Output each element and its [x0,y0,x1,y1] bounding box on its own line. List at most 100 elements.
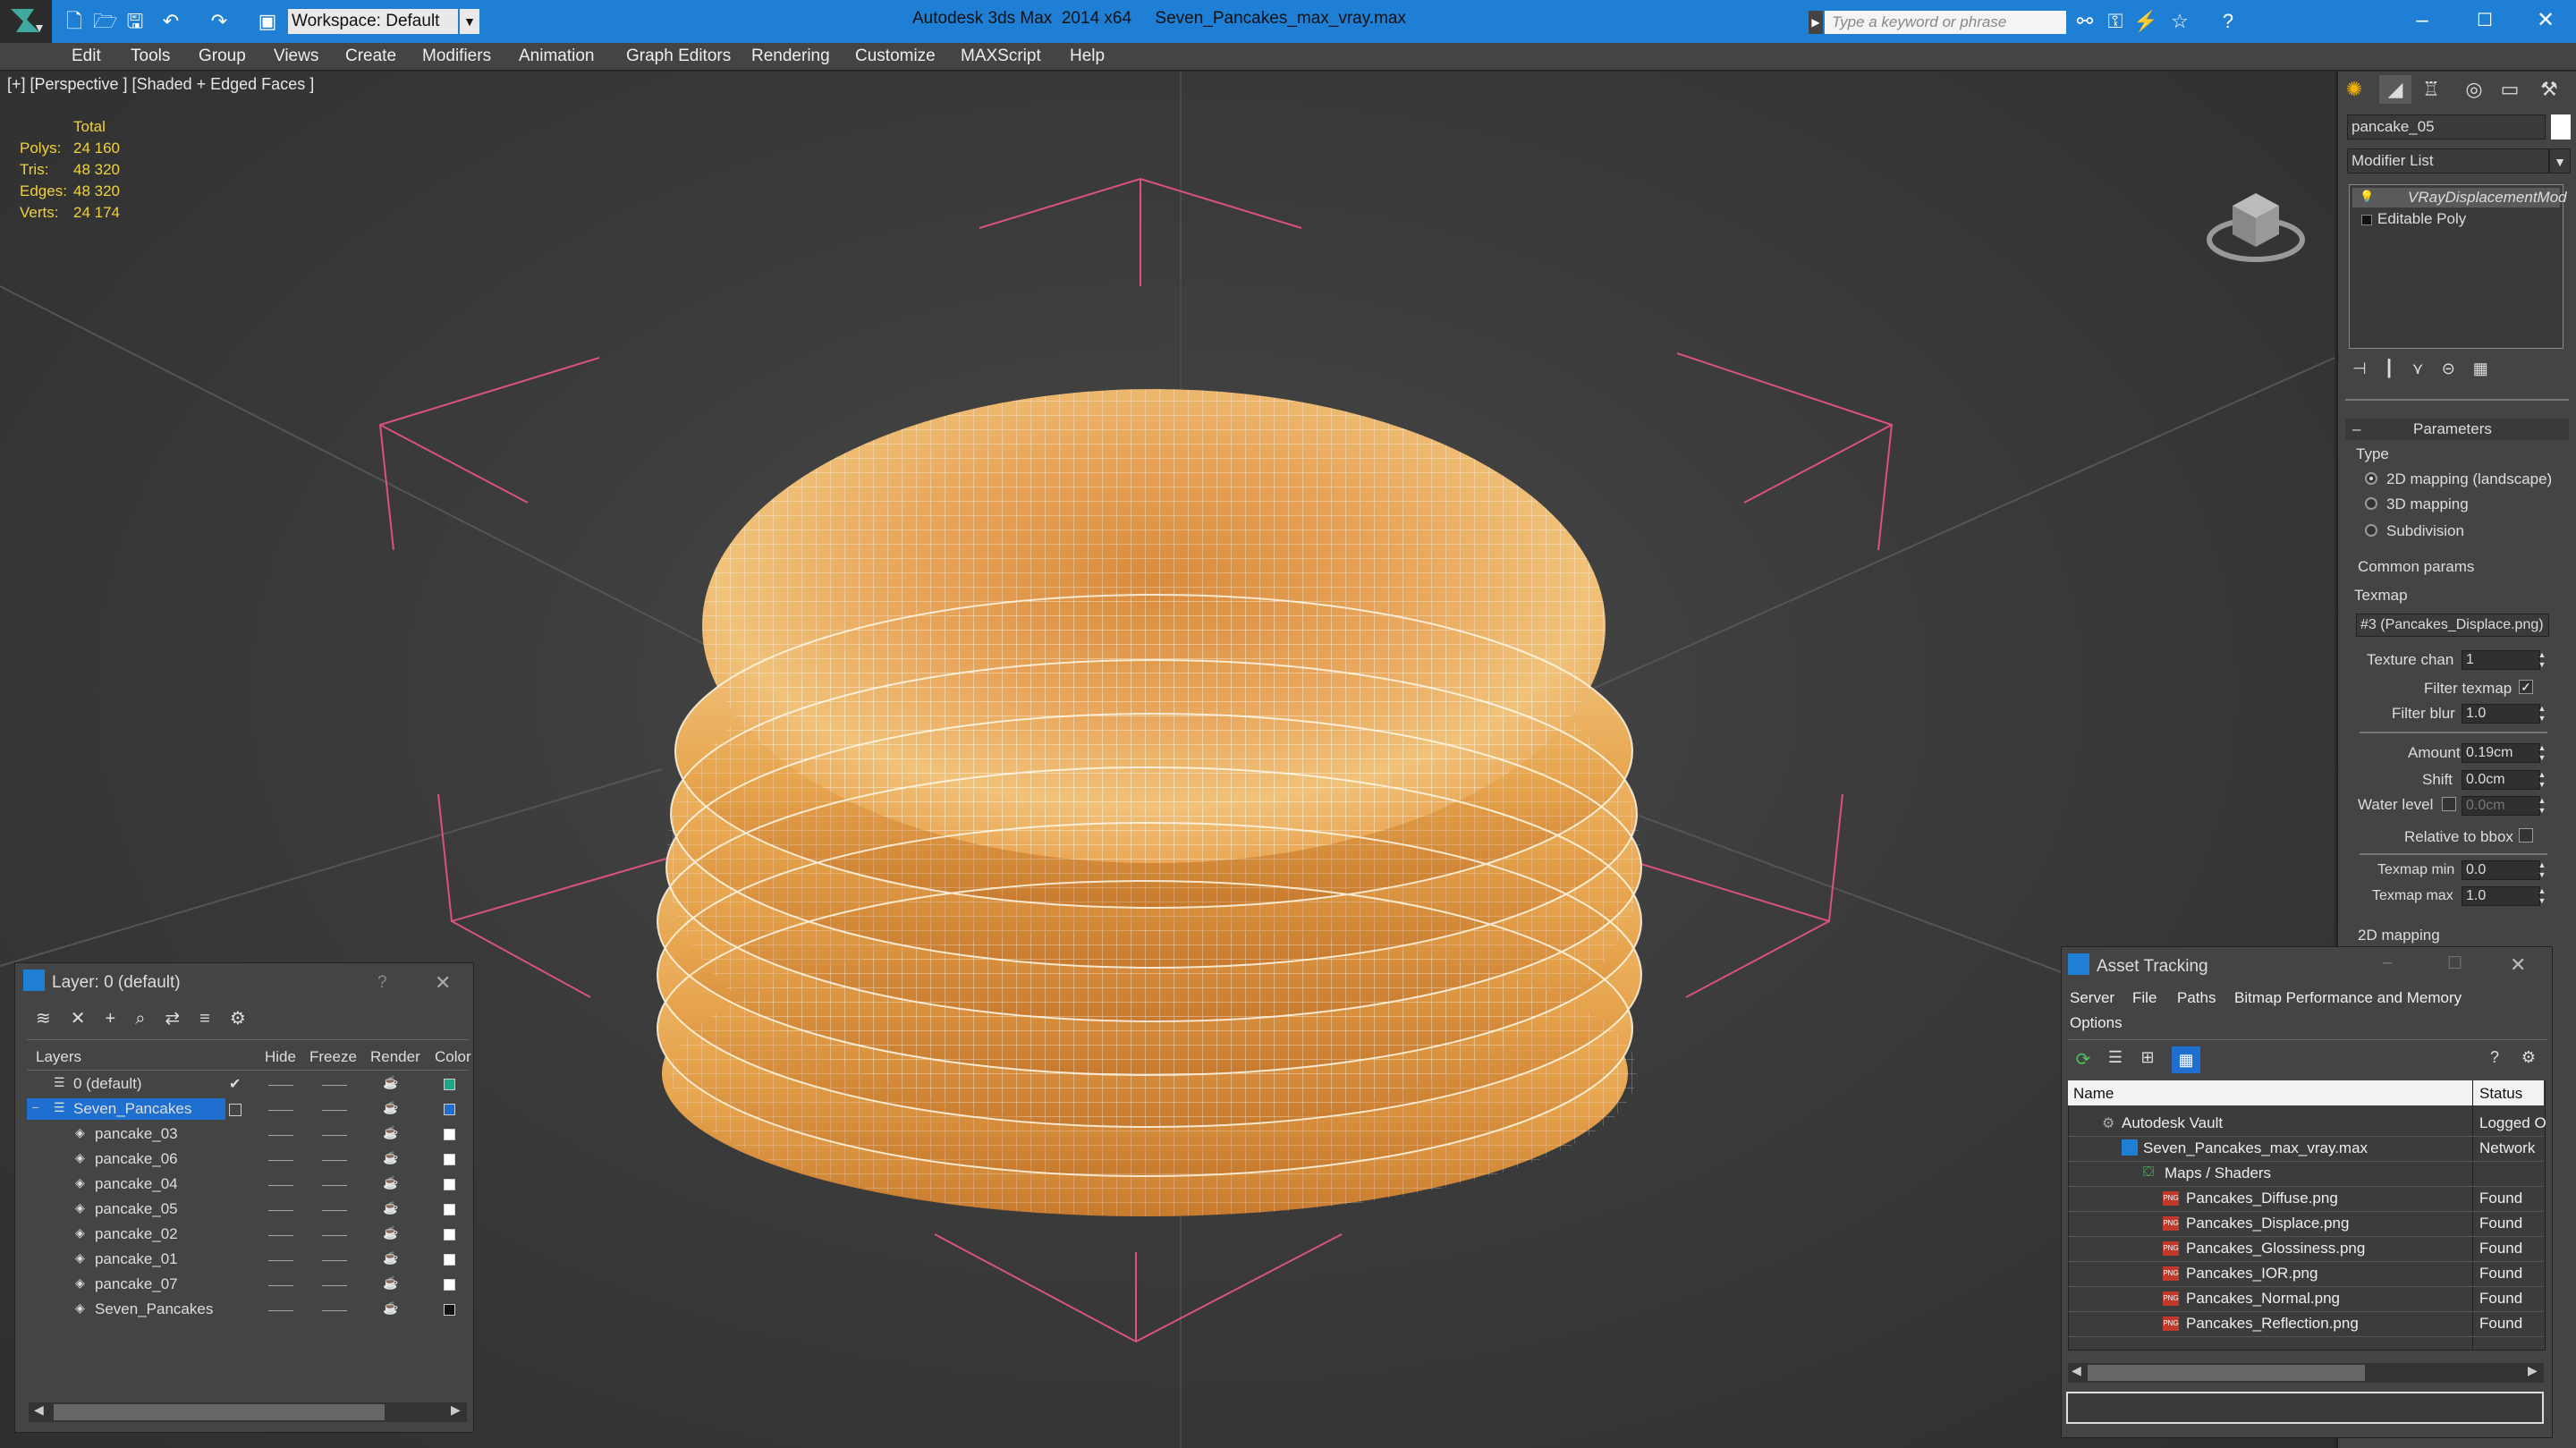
texmap-button[interactable]: #3 (Pancakes_Displace.png) [2356,614,2549,637]
hide-toggle[interactable]: —— [268,1252,293,1266]
search-input[interactable]: Type a keyword or phrase [1825,11,2066,34]
spinner-arrows-icon[interactable]: ▲ ▼ [2537,886,2547,906]
tree-view-icon[interactable]: ⊞ [2134,1048,2161,1071]
scroll-left-icon[interactable]: ◀ [34,1402,44,1418]
layer-row[interactable]: ☰ 0 (default) ✔ —— —— ☕ [27,1071,465,1097]
scrollbar-thumb[interactable] [2088,1365,2365,1381]
col-render[interactable]: Render [370,1048,420,1066]
object-row[interactable]: ◈ pancake_07 —— —— ☕ [27,1272,465,1297]
workspace-dropdown[interactable]: Workspace: Default [288,9,458,34]
save-file-icon[interactable]: 🖫 [123,11,147,32]
teapot-icon[interactable]: ☕ [383,1250,398,1266]
color-swatch[interactable] [444,1254,455,1266]
color-swatch[interactable] [444,1279,455,1291]
close-icon[interactable]: ✕ [435,971,451,995]
layer-toolbar-icons[interactable]: ≋✕+⌕⇄≡⚙ [36,1007,304,1030]
freeze-toggle[interactable]: —— [322,1077,347,1091]
expand-icon[interactable] [2361,215,2372,225]
freeze-toggle[interactable]: —— [322,1127,347,1141]
asset-menu-paths[interactable]: Paths [2177,989,2216,1007]
hide-toggle[interactable]: —— [268,1127,293,1141]
radio-subdivision[interactable] [2365,524,2377,537]
texmap-min-spinner[interactable]: 0.0 [2462,860,2540,880]
asset-row-name[interactable]: Pancakes_IOR.png [2186,1265,2318,1283]
minimize-button[interactable]: – [2383,953,2393,973]
menu-group[interactable]: Group [199,47,246,66]
table-view-icon[interactable]: ▦ [2172,1046,2200,1073]
object-row[interactable]: ◈ pancake_06 —— —— ☕ [27,1147,465,1172]
modify-tab-icon[interactable]: ◢ [2379,75,2411,104]
freeze-toggle[interactable]: —— [322,1152,347,1166]
asset-row-name[interactable]: Autodesk Vault [2122,1114,2223,1132]
asset-menu-server[interactable]: Server [2070,989,2114,1007]
water-level-spinner[interactable]: 0.0cm [2462,796,2540,816]
create-tab-icon[interactable]: ✺ [2338,75,2370,104]
motion-tab-icon[interactable]: ◎ [2458,75,2490,104]
object-row[interactable]: ◈ Seven_Pancakes —— —— ☕ [27,1297,465,1322]
col-status[interactable]: Status [2479,1085,2522,1103]
list-view-icon[interactable]: ☰ [2102,1048,2129,1071]
texture-chan-spinner[interactable]: 1 [2462,650,2540,670]
asset-row-name[interactable]: Pancakes_Glossiness.png [2186,1240,2365,1257]
freeze-toggle[interactable]: —— [322,1277,347,1291]
amount-spinner[interactable]: 0.19cm [2462,743,2540,763]
undo-icon[interactable]: ↶ [159,11,182,32]
close-button[interactable]: ✕ [2521,5,2571,36]
menu-modifiers[interactable]: Modifiers [422,47,491,66]
object-row[interactable]: ◈ pancake_05 —— —— ☕ [27,1197,465,1222]
teapot-icon[interactable]: ☕ [383,1175,398,1190]
menu-views[interactable]: Views [274,47,318,66]
menu-tools[interactable]: Tools [131,47,170,66]
new-file-icon[interactable]: 🗋 [63,11,86,32]
key-icon[interactable]: ⚿ [2102,9,2129,34]
object-name-field[interactable]: pancake_05 [2347,114,2546,140]
stack-tools-icons[interactable]: ⊣┃⋎⊝▦ [2352,360,2567,383]
filter-texmap-checkbox[interactable]: ✓ [2519,680,2533,694]
col-freeze[interactable]: Freeze [309,1048,357,1066]
hide-toggle[interactable]: —— [268,1177,293,1191]
menu-animation[interactable]: Animation [519,47,595,66]
star-icon[interactable]: ☆ [2166,9,2193,34]
teapot-icon[interactable]: ☕ [383,1075,398,1090]
search-expand-icon[interactable]: ▶ [1809,11,1823,34]
maximize-button[interactable]: ☐ [2447,953,2462,974]
spinner-arrows-icon[interactable]: ▲ ▼ [2537,704,2547,724]
radio-2d-mapping[interactable] [2365,472,2377,485]
teapot-icon[interactable]: ☕ [383,1100,398,1115]
menu-help[interactable]: Help [1070,47,1105,66]
chevron-down-icon[interactable]: ▼ [460,9,479,34]
asset-menu-bitmap[interactable]: Bitmap Performance and Memory [2234,989,2462,1007]
relative-bbox-checkbox[interactable] [2519,828,2533,843]
color-swatch[interactable] [444,1179,455,1190]
hide-toggle[interactable]: —— [268,1152,293,1166]
color-swatch[interactable] [444,1104,455,1115]
spinner-arrows-icon[interactable]: ▲ ▼ [2537,796,2547,816]
asset-row-name[interactable]: Maps / Shaders [2165,1164,2271,1182]
asset-row-name[interactable]: Pancakes_Normal.png [2186,1290,2340,1308]
teapot-icon[interactable]: ☕ [383,1275,398,1291]
freeze-toggle[interactable]: —— [322,1252,347,1266]
asset-row-name[interactable]: Pancakes_Displace.png [2186,1215,2349,1232]
spinner-arrows-icon[interactable]: ▲ ▼ [2537,650,2547,670]
freeze-toggle[interactable]: —— [322,1177,347,1191]
collapse-icon[interactable]: – [2352,420,2360,438]
layer-row-selected[interactable]: – ☰ Seven_Pancakes —— —— ☕ [27,1097,465,1122]
menu-edit[interactable]: Edit [72,47,101,66]
open-file-icon[interactable]: 🗁 [93,11,117,32]
collapse-icon[interactable]: – [32,1100,38,1114]
binoculars-icon[interactable]: ⚯ [2072,9,2098,34]
hierarchy-tab-icon[interactable]: ♖ [2415,75,2447,104]
color-swatch[interactable] [444,1154,455,1165]
spinner-arrows-icon[interactable]: ▲ ▼ [2537,860,2547,880]
settings-icon[interactable]: ⚙ [2515,1048,2542,1071]
freeze-toggle[interactable]: —— [322,1302,347,1317]
object-row[interactable]: ◈ pancake_03 —— —— ☕ [27,1122,465,1147]
hide-toggle[interactable]: —— [268,1227,293,1241]
col-name[interactable]: Name [2073,1085,2114,1103]
spinner-arrows-icon[interactable]: ▲ ▼ [2537,743,2547,763]
utilities-tab-icon[interactable]: ⚒ [2533,75,2565,104]
menu-create[interactable]: Create [345,47,396,66]
radio-3d-mapping[interactable] [2365,497,2377,510]
teapot-icon[interactable]: ☕ [383,1225,398,1241]
project-folder-icon[interactable]: ▣ [256,11,279,32]
